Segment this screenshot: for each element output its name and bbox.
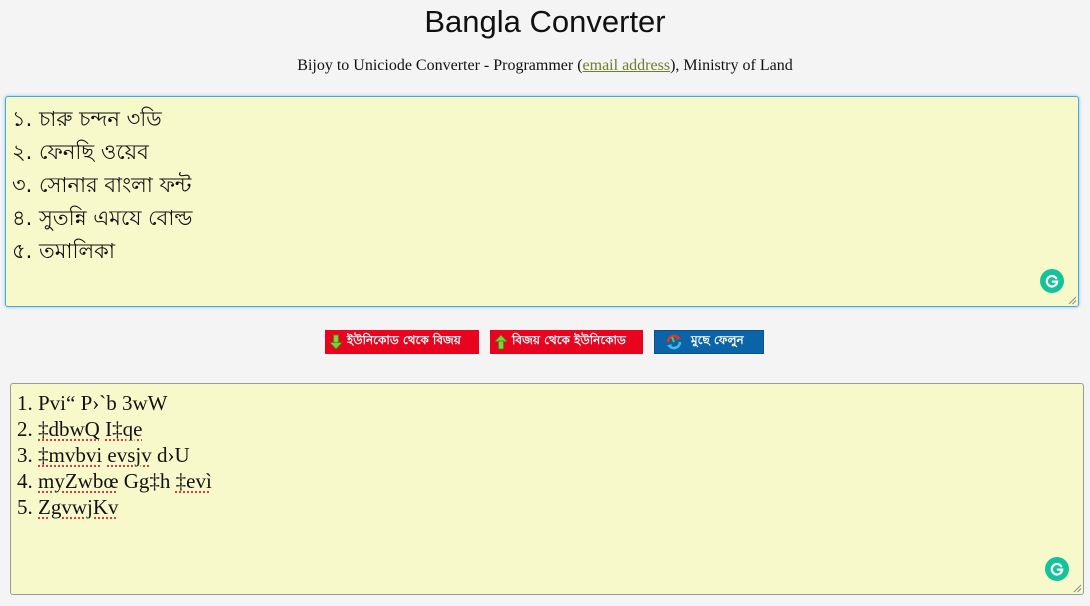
page-title: Bangla Converter bbox=[424, 4, 666, 39]
line-text: Gg‡h bbox=[118, 469, 176, 493]
input-line: ৫. তমালিকা bbox=[12, 239, 115, 263]
refresh-icon bbox=[665, 333, 683, 351]
resize-grip-icon[interactable] bbox=[1073, 584, 1082, 593]
misspelled-word[interactable]: ‡mvbvi bbox=[38, 443, 102, 467]
unicode-to-bijoy-label: ইউনিকোড থেকে বিজয় bbox=[347, 333, 461, 347]
email-address-link[interactable]: email address bbox=[583, 57, 671, 74]
line-prefix: 1. bbox=[17, 391, 38, 415]
output-lines: 1. Pvi“ P›`b 3wW 2. ‡dbwQ I‡qe 3. ‡mvbvi… bbox=[17, 390, 212, 520]
input-line: ১. চারু চন্দন ৩ডি bbox=[12, 107, 162, 131]
line-text: Pvi“ P›`b 3wW bbox=[38, 391, 168, 415]
unicode-input-textarea[interactable]: ১. চারু চন্দন ৩ডি ২. ফেনছি ওয়েব ৩. সোনা… bbox=[5, 96, 1079, 307]
line-prefix: 2. bbox=[17, 417, 38, 441]
subtitle-text-before: Bijoy to Uniciode Converter - Programmer… bbox=[297, 57, 583, 74]
misspelled-word[interactable]: ZgvwjKv bbox=[38, 495, 119, 519]
line-prefix: 4. bbox=[17, 469, 38, 493]
output-line: 3. ‡mvbvi evsjv d›U bbox=[17, 442, 212, 468]
subtitle-text-after: ), Ministry of Land bbox=[670, 57, 793, 74]
misspelled-word[interactable]: ‡evì bbox=[176, 469, 212, 493]
line-prefix: 3. bbox=[17, 443, 38, 467]
input-lines: ১. চারু চন্দন ৩ডি ২. ফেনছি ওয়েব ৩. সোনা… bbox=[12, 103, 192, 268]
bijoy-to-unicode-label: বিজয় থেকে ইউনিকোড bbox=[512, 333, 626, 347]
misspelled-word[interactable]: I‡qe bbox=[105, 417, 142, 441]
clear-button[interactable]: মুছে ফেলুন bbox=[654, 330, 764, 354]
output-line: 5. ZgvwjKv bbox=[17, 494, 212, 520]
page-subtitle: Bijoy to Uniciode Converter - Programmer… bbox=[0, 56, 1090, 76]
misspelled-word[interactable]: myZwbœ bbox=[38, 469, 119, 493]
input-line: ৩. সোনার বাংলা ফন্ট bbox=[12, 173, 192, 197]
resize-grip-icon[interactable] bbox=[1068, 296, 1077, 305]
output-line: 1. Pvi“ P›`b 3wW bbox=[17, 390, 212, 416]
bijoy-to-unicode-button[interactable]: বিজয় থেকে ইউনিকোড bbox=[490, 330, 643, 354]
grammarly-icon[interactable] bbox=[1045, 557, 1069, 581]
line-text: d›U bbox=[151, 443, 190, 467]
output-line: 2. ‡dbwQ I‡qe bbox=[17, 416, 212, 442]
input-line: ৪. সুতন্নি এমযে বোল্ড bbox=[12, 206, 193, 230]
grammarly-icon[interactable] bbox=[1040, 269, 1064, 293]
unicode-to-bijoy-button[interactable]: ইউনিকোড থেকে বিজয় bbox=[325, 330, 479, 354]
line-prefix: 5. bbox=[17, 495, 38, 519]
clear-label: মুছে ফেলুন bbox=[691, 333, 744, 347]
bijoy-output-textarea[interactable]: 1. Pvi“ P›`b 3wW 2. ‡dbwQ I‡qe 3. ‡mvbvi… bbox=[10, 383, 1084, 595]
arrow-up-icon bbox=[494, 334, 508, 350]
misspelled-word[interactable]: ‡dbwQ bbox=[38, 417, 100, 441]
arrow-down-icon bbox=[329, 334, 343, 350]
output-line: 4. myZwbœ Gg‡h ‡evì bbox=[17, 468, 212, 494]
input-line: ২. ফেনছি ওয়েব bbox=[12, 140, 149, 164]
misspelled-word[interactable]: evsjv bbox=[107, 443, 151, 467]
